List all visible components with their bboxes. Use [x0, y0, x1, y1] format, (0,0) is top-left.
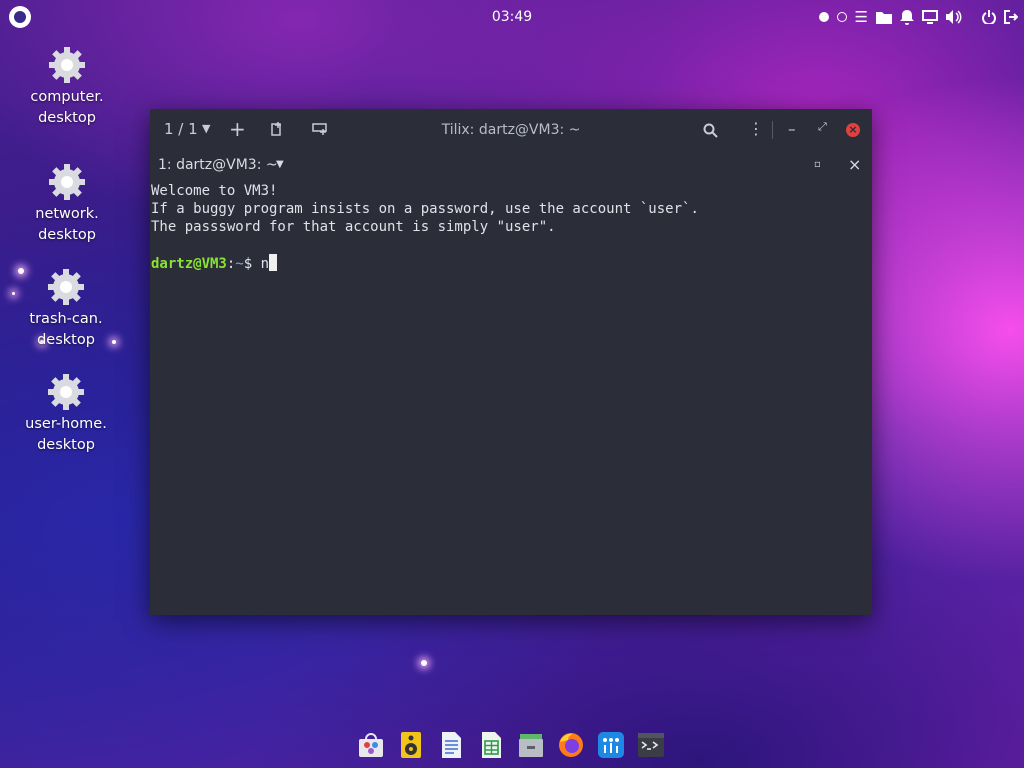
- window-titlebar[interactable]: 1 / 1 ▼ + Tilix: dartz@VM3: ~ ⋮ – ⤢ ×: [150, 109, 872, 151]
- gear-icon: [48, 374, 84, 410]
- close-icon[interactable]: ×: [846, 123, 860, 137]
- prompt-symbol: $: [243, 256, 261, 272]
- desktop-icon-label: desktop: [38, 227, 96, 243]
- software-center-icon[interactable]: [354, 728, 388, 762]
- menu-icon[interactable]: ☰: [855, 6, 868, 28]
- prompt-path: ~: [235, 256, 244, 272]
- titlebar-divider: [772, 121, 773, 139]
- maximize-session-icon[interactable]: ▫: [814, 159, 821, 170]
- desktop-icon-trash-can[interactable]: trash-can. desktop: [11, 267, 121, 351]
- terminal-line: If a buggy program insists on a password…: [151, 201, 699, 217]
- prompt-user: dartz@VM3: [151, 256, 227, 272]
- search-icon[interactable]: [703, 123, 718, 138]
- session-label[interactable]: 1: dartz@VM3: ~: [158, 157, 278, 173]
- system-tray: ☰: [818, 6, 1018, 28]
- command-input[interactable]: n: [261, 256, 269, 272]
- desktop-icon-computer[interactable]: computer. desktop: [12, 45, 122, 129]
- more-options-icon[interactable]: ⋮: [748, 119, 764, 138]
- app-grid-icon[interactable]: [594, 728, 628, 762]
- file-manager-icon[interactable]: [514, 728, 548, 762]
- workspace-active-icon[interactable]: [818, 12, 829, 22]
- dock: [354, 728, 668, 764]
- terminal-output[interactable]: Welcome to VM3! If a buggy program insist…: [151, 182, 872, 615]
- session-bar: 1: dartz@VM3: ~ ▼ ▫ ×: [150, 153, 872, 179]
- logout-icon[interactable]: [1004, 10, 1018, 24]
- terminal-window[interactable]: 1 / 1 ▼ + Tilix: dartz@VM3: ~ ⋮ – ⤢ × 1:…: [150, 109, 872, 615]
- spreadsheet-icon[interactable]: [474, 728, 508, 762]
- minimize-icon[interactable]: –: [788, 120, 796, 138]
- desktop-icon-label: network.: [35, 206, 99, 222]
- desktop-icon-label: computer.: [30, 89, 104, 105]
- text-cursor: [269, 254, 278, 271]
- volume-icon[interactable]: [946, 10, 962, 24]
- desktop-icon-network[interactable]: network. desktop: [12, 162, 122, 246]
- terminal-icon[interactable]: [634, 728, 668, 762]
- firefox-icon[interactable]: [554, 728, 588, 762]
- workspace-inactive-icon[interactable]: [836, 12, 847, 22]
- desktop-icon-label: user-home.: [25, 416, 107, 432]
- wallpaper-sparkle: [421, 660, 427, 666]
- gear-icon: [49, 164, 85, 200]
- desktop-icon-label: trash-can.: [29, 311, 103, 327]
- desktop-icon-label: desktop: [37, 332, 95, 348]
- music-player-icon[interactable]: [394, 728, 428, 762]
- desktop-icon-user-home[interactable]: user-home. desktop: [11, 372, 121, 456]
- top-panel: 03:49 ☰: [0, 0, 1024, 34]
- desktop-icon-label: desktop: [37, 437, 95, 453]
- gear-icon: [48, 269, 84, 305]
- terminal-line: The passsword for that account is simply…: [151, 219, 556, 235]
- prompt-line: dartz@VM3:~$ n: [151, 254, 872, 273]
- notifications-icon[interactable]: [900, 9, 914, 25]
- desktop-icon-label: desktop: [38, 110, 96, 126]
- chevron-down-icon[interactable]: ▼: [276, 159, 284, 170]
- folder-icon[interactable]: [876, 10, 892, 24]
- close-session-icon[interactable]: ×: [848, 155, 861, 174]
- maximize-icon[interactable]: ⤢: [818, 120, 827, 134]
- gear-icon: [49, 47, 85, 83]
- text-document-icon[interactable]: [434, 728, 468, 762]
- display-icon[interactable]: [922, 10, 938, 24]
- power-icon[interactable]: [982, 10, 996, 24]
- terminal-line: Welcome to VM3!: [151, 183, 278, 199]
